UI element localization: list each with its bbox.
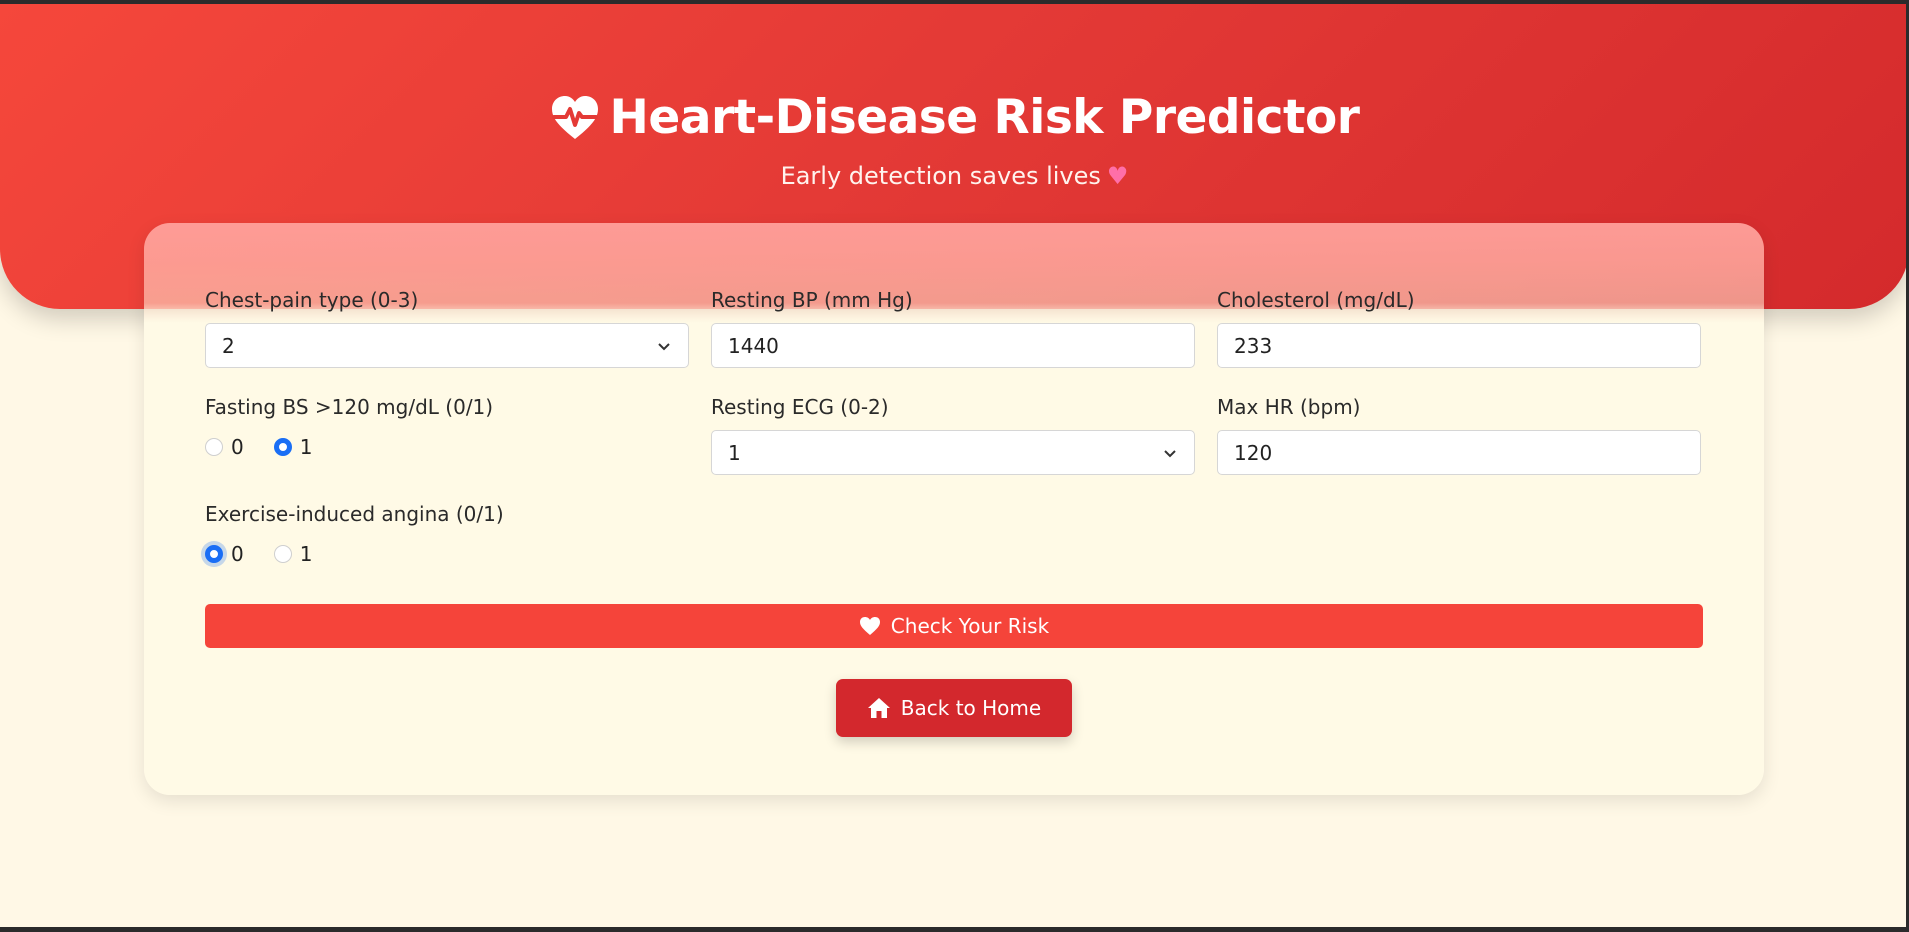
chest-pain-value: 2 <box>222 333 235 358</box>
page-title: Heart-Disease Risk Predictor <box>609 90 1360 145</box>
resting-ecg-value: 1 <box>728 440 741 465</box>
angina-radio-group: 0 1 <box>205 542 342 566</box>
cholesterol-value: 233 <box>1234 333 1273 358</box>
page-subtitle: Early detection saves lives ♥ <box>0 162 1909 190</box>
resting-bp-value: 1440 <box>728 333 779 358</box>
check-risk-button[interactable]: Check Your Risk <box>205 604 1703 648</box>
back-to-home-button[interactable]: Back to Home <box>836 679 1072 737</box>
check-risk-label: Check Your Risk <box>890 614 1050 638</box>
resting-bp-input[interactable]: 1440 <box>711 323 1195 368</box>
chevron-down-icon <box>658 343 670 351</box>
angina-radio-0[interactable] <box>205 545 223 563</box>
app-viewport: Heart-Disease Risk Predictor Early detec… <box>0 4 1909 927</box>
max-hr-label: Max HR (bpm) <box>1217 395 1361 419</box>
fasting-bs-option-1: 1 <box>299 435 313 459</box>
fasting-bs-option-0: 0 <box>231 435 244 459</box>
pink-heart-icon: ♥ <box>1106 162 1129 190</box>
fasting-bs-radio-0[interactable] <box>205 438 223 456</box>
max-hr-value: 120 <box>1234 440 1273 465</box>
chest-pain-select[interactable]: 2 <box>205 323 689 368</box>
chest-pain-label: Chest-pain type (0-3) <box>205 288 419 312</box>
angina-radio-1[interactable] <box>273 545 292 563</box>
title-row: Heart-Disease Risk Predictor <box>0 90 1909 145</box>
angina-label: Exercise-induced angina (0/1) <box>205 502 504 526</box>
angina-option-0: 0 <box>231 542 244 566</box>
max-hr-input[interactable]: 120 <box>1217 430 1701 475</box>
chevron-down-icon <box>1164 450 1176 458</box>
resting-ecg-select[interactable]: 1 <box>711 430 1195 475</box>
cholesterol-label: Cholesterol (mg/dL) <box>1217 288 1415 312</box>
fasting-bs-label: Fasting BS >120 mg/dL (0/1) <box>205 395 494 419</box>
cholesterol-input[interactable]: 233 <box>1217 323 1701 368</box>
angina-option-1: 1 <box>299 542 313 566</box>
fasting-bs-radio-1[interactable] <box>273 438 292 456</box>
back-to-home-label: Back to Home <box>900 696 1042 720</box>
fasting-bs-radio-group: 0 1 <box>205 435 342 459</box>
heart-icon <box>859 617 880 635</box>
resting-ecg-label: Resting ECG (0-2) <box>711 395 889 419</box>
resting-bp-label: Resting BP (mm Hg) <box>711 288 913 312</box>
heart-pulse-icon <box>551 95 598 139</box>
home-icon <box>867 698 890 718</box>
subtitle-text: Early detection saves lives <box>780 162 1101 190</box>
